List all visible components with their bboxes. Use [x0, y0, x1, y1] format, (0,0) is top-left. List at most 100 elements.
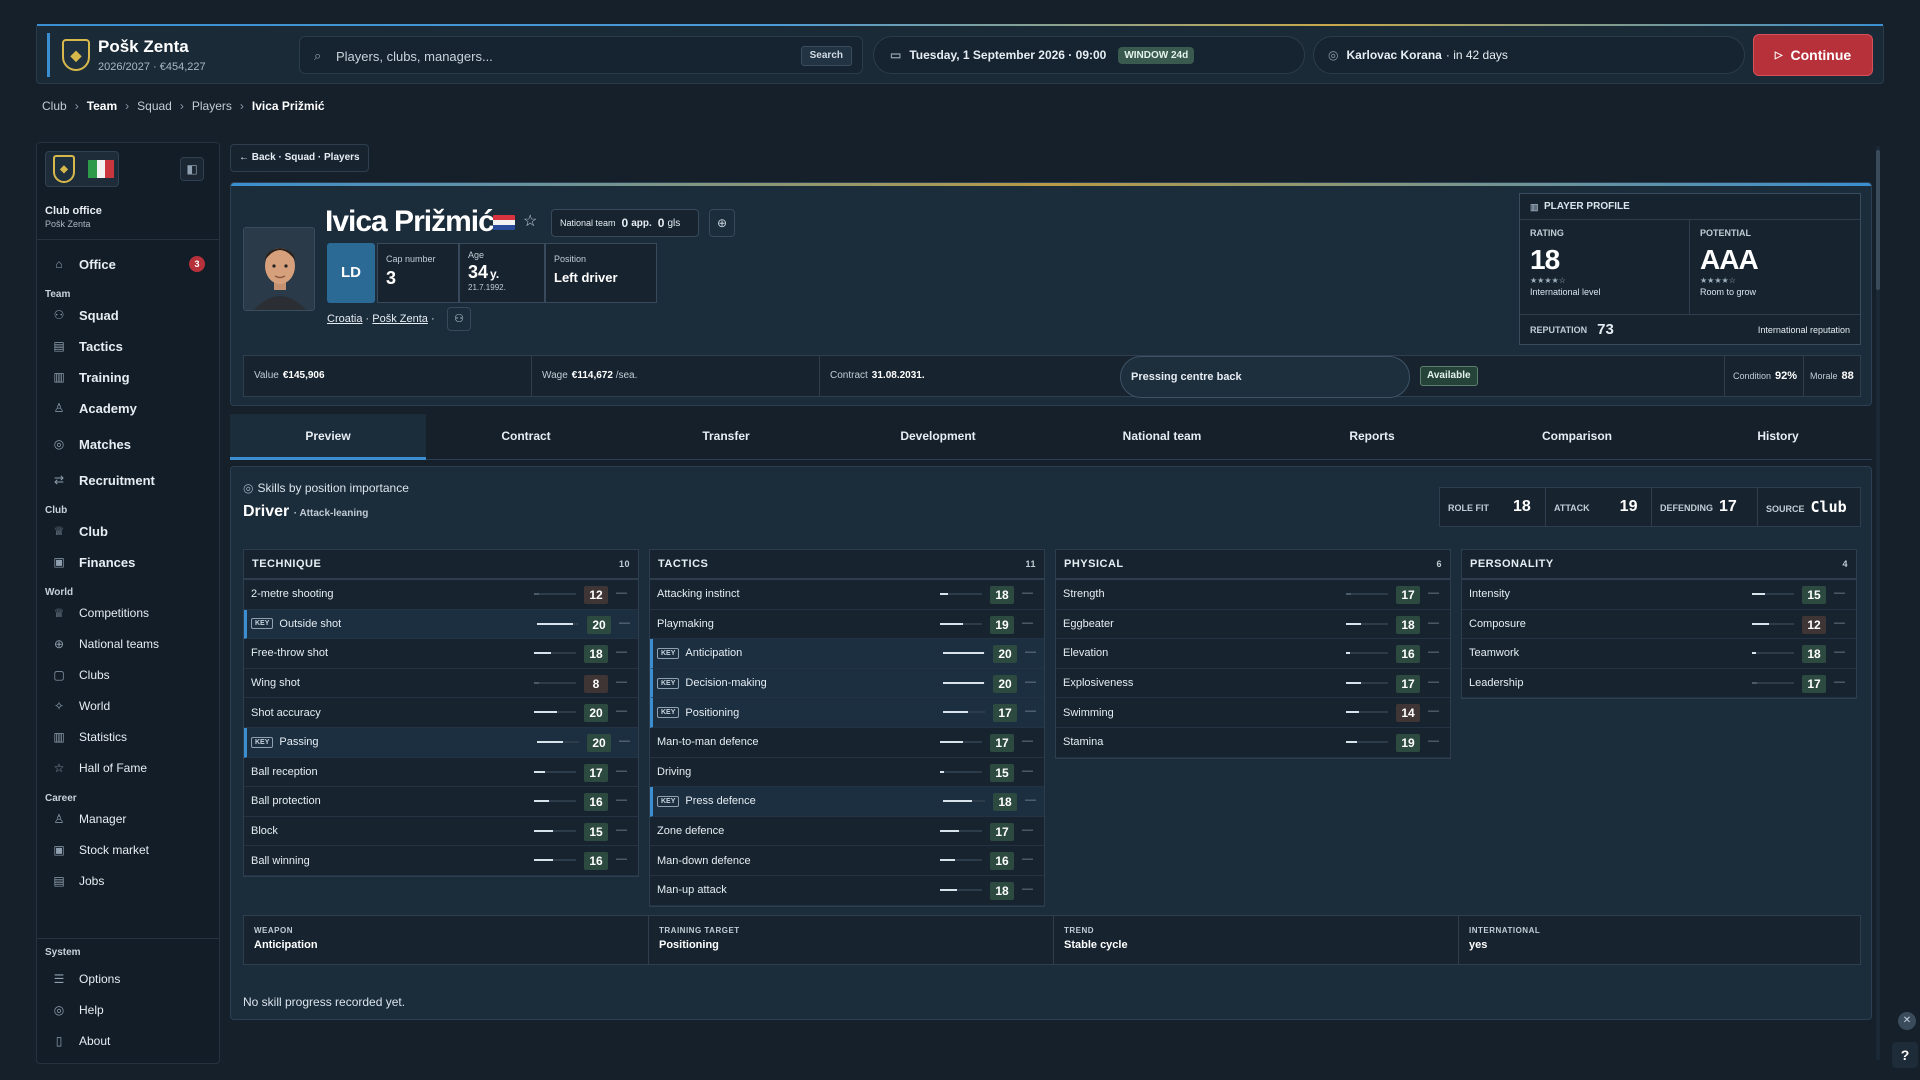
tab-development[interactable]: Development: [826, 414, 1050, 460]
club-switcher[interactable]: ◆ Pošk Zenta 2026/2027 · €454,227: [47, 33, 281, 77]
tab-history[interactable]: History: [1684, 414, 1872, 460]
skill-label: Strength: [1063, 588, 1105, 601]
skill-change-indicator: —: [1428, 734, 1439, 747]
sidebar-item-finances[interactable]: ▣ Finances: [45, 549, 211, 575]
date-display[interactable]: ▭ Tuesday, 1 September 2026 · 09:00 WIND…: [873, 36, 1305, 74]
skill-row[interactable]: KEY Positioning 17 —: [650, 698, 1044, 728]
skill-row[interactable]: Man-to-man defence 17 —: [650, 728, 1044, 758]
sidebar-item-statistics[interactable]: ▥ Statistics: [45, 724, 211, 750]
skill-row[interactable]: Swimming 14 —: [1056, 698, 1450, 728]
skill-row[interactable]: Stamina 19 —: [1056, 728, 1450, 758]
skill-row[interactable]: Composure 12 —: [1462, 610, 1856, 640]
wallet-icon: ▣: [53, 555, 65, 569]
search-input[interactable]: [336, 45, 766, 67]
playing-style-pill[interactable]: Pressing centre back: [1120, 356, 1410, 398]
scrollbar-thumb[interactable]: [1876, 150, 1880, 290]
sidebar-item-academy[interactable]: ♙ Academy: [45, 395, 211, 421]
continue-button[interactable]: ▷ Continue: [1753, 34, 1873, 76]
sidebar-item-manager[interactable]: ♙ Manager: [45, 806, 211, 832]
breadcrumb-club[interactable]: Club: [42, 99, 67, 113]
skill-row[interactable]: Block 15 —: [244, 817, 638, 847]
sidebar-item-matches[interactable]: ◎ Matches: [45, 431, 211, 457]
sidebar-club-badges[interactable]: ◆: [45, 151, 119, 187]
sidebar-collapse-icon[interactable]: ◧: [180, 157, 204, 181]
close-icon[interactable]: ✕: [1898, 1012, 1916, 1030]
tab-preview[interactable]: Preview: [230, 414, 426, 460]
skill-row[interactable]: Teamwork 18 —: [1462, 639, 1856, 669]
skill-progress-fill: [940, 829, 959, 832]
skill-row[interactable]: Wing shot 8 —: [244, 669, 638, 699]
sidebar-item-squad[interactable]: ⚇ Squad: [45, 302, 211, 328]
sidebar-item-label: National teams: [79, 637, 160, 651]
skill-row[interactable]: 2-metre shooting 12 —: [244, 580, 638, 610]
breadcrumb-team[interactable]: Team: [87, 99, 117, 113]
source-value: Club: [1810, 498, 1847, 516]
skill-progress-bar: [1346, 652, 1388, 655]
tab-reports[interactable]: Reports: [1274, 414, 1470, 460]
sidebar-item-national-teams[interactable]: ⊕ National teams: [45, 631, 211, 657]
compare-icon[interactable]: ⚇: [447, 307, 471, 331]
skill-row[interactable]: KEY Decision-making 20 —: [650, 668, 1044, 699]
skill-row[interactable]: Ball protection 16 —: [244, 787, 638, 817]
search-button[interactable]: Search: [800, 46, 852, 66]
sidebar-item-help[interactable]: ◎ Help: [45, 997, 211, 1023]
sidebar-item-about[interactable]: ▯ About: [45, 1028, 211, 1054]
sidebar-item-label: Help: [79, 1003, 104, 1017]
skill-value: 12: [1802, 615, 1826, 634]
skill-row[interactable]: KEY Press defence 18 —: [650, 787, 1044, 817]
breadcrumb-squad[interactable]: Squad: [137, 99, 172, 113]
skill-row[interactable]: KEY Outside shot 20 —: [244, 609, 638, 640]
sidebar-item-competitions[interactable]: ♕ Competitions: [45, 600, 211, 626]
sidebar-item-label: Hall of Fame: [79, 761, 148, 775]
next-match[interactable]: ◎ Karlovac Korana · in 42 days: [1313, 36, 1745, 74]
tab-national-team[interactable]: National team: [1050, 414, 1274, 460]
sidebar-item-office[interactable]: ⌂ Office 3: [45, 251, 211, 277]
sidebar-item-tactics[interactable]: ▤ Tactics: [45, 333, 211, 359]
skill-row[interactable]: Explosiveness 17 —: [1056, 669, 1450, 699]
skill-row[interactable]: Free-throw shot 18 —: [244, 639, 638, 669]
skill-row[interactable]: Playmaking 19 —: [650, 610, 1044, 640]
tab-contract[interactable]: Contract: [426, 414, 626, 460]
skill-label: Man-to-man defence: [657, 736, 759, 749]
skill-label: Press defence: [685, 795, 756, 808]
skill-row[interactable]: Shot accuracy 20 —: [244, 698, 638, 728]
tab-transfer[interactable]: Transfer: [626, 414, 826, 460]
sidebar-item-stock-market[interactable]: ▣ Stock market: [45, 837, 211, 863]
favorite-star-icon[interactable]: ☆: [523, 211, 537, 231]
country-link[interactable]: Croatia: [327, 313, 362, 325]
skill-row[interactable]: Attacking instinct 18 —: [650, 580, 1044, 610]
skill-row[interactable]: Eggbeater 18 —: [1056, 610, 1450, 640]
skill-row[interactable]: Ball winning 16 —: [244, 846, 638, 876]
skill-row[interactable]: Zone defence 17 —: [650, 817, 1044, 847]
breadcrumb-players[interactable]: Players: [192, 99, 232, 113]
skill-row[interactable]: Driving 15 —: [650, 758, 1044, 788]
sidebar-item-hall-of-fame[interactable]: ☆ Hall of Fame: [45, 755, 211, 781]
skill-row[interactable]: Ball reception 17 —: [244, 758, 638, 788]
skill-row[interactable]: Man-up attack 18 —: [650, 876, 1044, 906]
skill-row[interactable]: KEY Anticipation 20 —: [650, 639, 1044, 669]
sidebar-item-label: Manager: [79, 812, 127, 826]
date-of-birth: 21.7.1992.: [468, 283, 506, 292]
skill-row[interactable]: Elevation 16 —: [1056, 639, 1450, 669]
help-icon[interactable]: ?: [1892, 1042, 1918, 1068]
sidebar-item-label: Training: [79, 369, 130, 385]
skill-group-header: TECHNIQUE 10: [244, 550, 638, 580]
skill-row[interactable]: Man-down defence 16 —: [650, 846, 1044, 876]
sidebar-item-training[interactable]: ▥ Training: [45, 364, 211, 390]
sidebar-item-recruitment[interactable]: ⇄ Recruitment: [45, 467, 211, 493]
skill-row[interactable]: Leadership 17 —: [1462, 669, 1856, 699]
sidebar-item-options[interactable]: ☰ Options: [45, 966, 211, 992]
contract-cell: Contract 31.08.2031.: [820, 356, 1108, 396]
club-link[interactable]: Pošk Zenta: [372, 313, 428, 325]
sidebar-item-world[interactable]: ✧ World: [45, 693, 211, 719]
sidebar-item-club[interactable]: ♕ Club: [45, 518, 211, 544]
skill-row[interactable]: Strength 17 —: [1056, 580, 1450, 610]
tab-comparison[interactable]: Comparison: [1470, 414, 1684, 460]
sidebar-item-jobs[interactable]: ▤ Jobs: [45, 868, 211, 894]
skill-row[interactable]: Intensity 15 —: [1462, 580, 1856, 610]
back-button[interactable]: ← Back · Squad · Players: [230, 144, 369, 172]
skill-row[interactable]: KEY Passing 20 —: [244, 727, 638, 758]
skill-change-indicator: —: [616, 587, 627, 599]
sidebar-item-clubs[interactable]: ▢ Clubs: [45, 662, 211, 688]
globe-icon[interactable]: ⊕: [709, 209, 735, 237]
